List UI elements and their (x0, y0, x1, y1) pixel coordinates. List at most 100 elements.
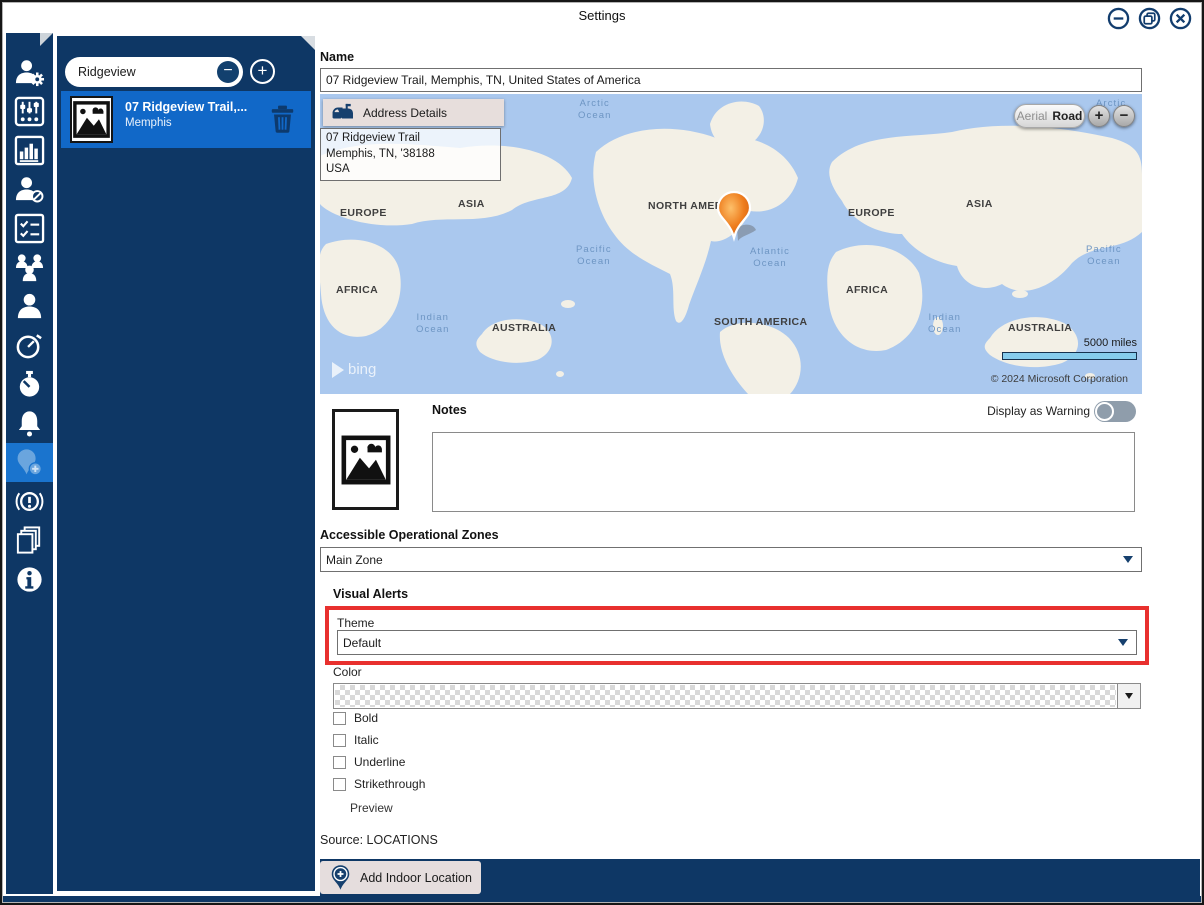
address-details-button[interactable]: Address Details (323, 99, 504, 126)
search-clear-button[interactable]: − (217, 61, 239, 83)
aerial-option[interactable]: Aerial (1017, 109, 1048, 123)
zones-value: Main Zone (321, 553, 1123, 567)
sidebar-item-locations[interactable] (6, 443, 53, 482)
notes-textarea[interactable] (432, 432, 1135, 512)
map-label-continent: AUSTRALIA (492, 322, 556, 334)
bold-checkbox[interactable] (333, 712, 346, 725)
strikethrough-label: Strikethrough (354, 777, 425, 791)
chevron-down-icon (1125, 693, 1133, 699)
strikethrough-checkbox-row: Strikethrough (333, 777, 425, 791)
bottom-action-bar: Add Indoor Location (320, 859, 1200, 897)
location-item-title: 07 Ridgeview Trail,... (125, 100, 247, 114)
map-zoom-in-button[interactable]: + (1088, 105, 1110, 127)
image-placeholder-icon (72, 98, 111, 141)
window-controls (1107, 7, 1192, 30)
sidebar-item-bell[interactable] (6, 404, 53, 443)
chevron-down-icon (1123, 556, 1133, 563)
color-dropdown-button[interactable] (1117, 684, 1140, 708)
map-label-continent: EUROPE (340, 207, 387, 219)
theme-value: Default (338, 636, 1118, 650)
map-label-continent: AUSTRALIA (1008, 322, 1072, 334)
visual-alerts-heading: Visual Alerts (333, 587, 408, 601)
strikethrough-checkbox[interactable] (333, 778, 346, 791)
sidebar-item-timer[interactable] (6, 326, 53, 365)
sidebar-item-alerts[interactable] (6, 482, 53, 521)
address-line: USA (326, 162, 495, 178)
name-input[interactable] (320, 68, 1142, 92)
close-icon[interactable] (1169, 7, 1192, 30)
sidebar-item-stopwatch[interactable] (6, 365, 53, 404)
zones-dropdown[interactable]: Main Zone (320, 547, 1142, 572)
pin-plus-icon (330, 864, 351, 891)
map-label-continent: AFRICA (336, 284, 378, 296)
source-text: Source: LOCATIONS (320, 833, 438, 847)
sidebar-item-user[interactable] (6, 287, 53, 326)
image-placeholder-icon (340, 434, 392, 486)
map-label-continent: EUROPE (848, 207, 895, 219)
sidebar-item-sliders[interactable] (6, 92, 53, 131)
map-scale-bar (1002, 352, 1137, 360)
sidebar-item-info[interactable] (6, 560, 53, 599)
map-label-continent: SOUTH AMERICA (714, 316, 807, 328)
map-label-continent: ASIA (458, 198, 485, 210)
locations-list-panel: − + 07 Ridgeview Trail,... Memphis (57, 36, 315, 891)
preview-label: Preview (350, 801, 393, 815)
road-option[interactable]: Road (1052, 109, 1082, 123)
location-list-item[interactable]: 07 Ridgeview Trail,... Memphis (61, 91, 311, 148)
theme-dropdown[interactable]: Default (337, 630, 1137, 655)
location-add-icon (14, 447, 45, 478)
add-indoor-location-button[interactable]: Add Indoor Location (320, 861, 481, 894)
map-label-ocean: Pacific Ocean (1086, 244, 1122, 269)
map-label-continent: AFRICA (846, 284, 888, 296)
italic-checkbox-row: Italic (333, 733, 379, 747)
checklist-icon (14, 213, 45, 244)
display-as-warning-toggle[interactable] (1094, 401, 1136, 422)
sidebar-item-user-blocked[interactable] (6, 170, 53, 209)
user-icon (14, 291, 45, 322)
documents-icon (14, 525, 45, 556)
theme-label: Theme (337, 616, 374, 630)
underline-checkbox-row: Underline (333, 755, 405, 769)
mailbox-icon (331, 103, 355, 123)
location-image-placeholder (332, 409, 399, 510)
sidebar (6, 33, 53, 894)
list-panel-corner-handle[interactable] (301, 36, 315, 64)
italic-label: Italic (354, 733, 379, 747)
map-style-toggle[interactable]: Aerial Road (1014, 104, 1085, 128)
map-canvas[interactable]: Indian Ocean EUROPE ASIA AFRICA AUSTRALI… (320, 94, 1142, 394)
sidebar-corner-handle[interactable] (40, 33, 53, 46)
restore-icon[interactable] (1138, 7, 1161, 30)
map-label-ocean: Atlantic Ocean (750, 246, 790, 271)
sidebar-item-user-settings[interactable] (6, 53, 53, 92)
bing-logo-icon (332, 362, 344, 378)
notes-label: Notes (432, 403, 467, 417)
sidebar-item-documents[interactable] (6, 521, 53, 560)
sidebar-item-team[interactable] (6, 248, 53, 287)
search-box: − (65, 57, 243, 87)
underline-checkbox[interactable] (333, 756, 346, 769)
delete-location-icon[interactable] (270, 104, 295, 134)
team-icon (14, 252, 45, 283)
window-title: Settings (2, 8, 1202, 23)
map-copyright: © 2024 Microsoft Corporation (991, 373, 1128, 385)
theme-highlight-box: Theme Default (325, 606, 1149, 665)
zones-label: Accessible Operational Zones (320, 528, 499, 542)
bell-icon (14, 408, 45, 439)
sidebar-item-checklist[interactable] (6, 209, 53, 248)
address-line: 07 Ridgeview Trail (326, 131, 495, 147)
search-input[interactable] (78, 58, 206, 85)
minimize-icon[interactable] (1107, 7, 1130, 30)
map-zoom-out-button[interactable]: − (1113, 105, 1135, 127)
map-pin[interactable] (712, 190, 756, 248)
sidebar-item-bar-chart[interactable] (6, 131, 53, 170)
stopwatch-icon (14, 369, 45, 400)
info-icon (14, 564, 45, 595)
italic-checkbox[interactable] (333, 734, 346, 747)
color-dropdown[interactable] (333, 683, 1141, 709)
bold-checkbox-row: Bold (333, 711, 378, 725)
underline-label: Underline (354, 755, 405, 769)
bold-label: Bold (354, 711, 378, 725)
add-location-button[interactable]: + (250, 59, 275, 84)
color-swatch-transparent (335, 685, 1116, 707)
location-thumbnail (70, 96, 113, 143)
